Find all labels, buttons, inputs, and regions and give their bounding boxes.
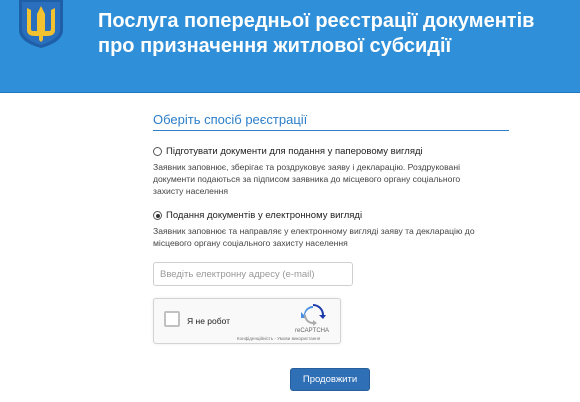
option-electronic-description-line: Заявник заповнює та направляє у електрон… — [153, 226, 475, 236]
recaptcha-terms-link[interactable]: Конфіденційність - Умови використання — [237, 336, 320, 341]
page-title-line-2: про призначення житлової субсидії — [98, 35, 452, 57]
recaptcha-logo-icon — [301, 304, 326, 326]
radio-electronic[interactable] — [153, 211, 162, 220]
recaptcha-brand: reCAPTCHA — [295, 328, 330, 334]
recaptcha-widget: Я не робот reCAPTCHA Конфіденційність - … — [153, 298, 341, 344]
trident-emblem-icon — [19, 0, 63, 48]
option-electronic-label: Подання документів у електронному вигляд… — [166, 210, 363, 221]
email-input[interactable] — [153, 262, 353, 286]
recaptcha-checkbox[interactable] — [164, 311, 180, 327]
option-paper-label: Підготувати документи для подання у папе… — [166, 146, 423, 157]
page-header: Послуга попередньої реєстрації документі… — [0, 0, 580, 93]
page-title: Послуга попередньої реєстрації документі… — [98, 9, 568, 59]
option-electronic-description-line: місцевого органу соціального захисту нас… — [153, 238, 348, 248]
option-paper-description-line: захисту населення — [153, 186, 229, 196]
option-paper-description-line: Заявник заповнює, зберігає та роздрукову… — [153, 162, 460, 172]
option-paper-description: Заявник заповнює, зберігає та роздрукову… — [153, 161, 460, 197]
option-electronic-description: Заявник заповнює та направляє у електрон… — [153, 225, 475, 249]
option-paper[interactable]: Підготувати документи для подання у папе… — [153, 146, 460, 197]
recaptcha-label: Я не робот — [187, 316, 231, 326]
section-title: Оберіть спосіб реєстрації — [153, 112, 509, 131]
radio-paper[interactable] — [153, 147, 162, 156]
continue-button[interactable]: Продовжити — [290, 368, 370, 391]
option-electronic[interactable]: Подання документів у електронному вигляд… — [153, 210, 475, 249]
option-paper-description-line: документи подаються за підписом заявника… — [153, 174, 461, 184]
page-title-line-1: Послуга попередньої реєстрації документі… — [98, 10, 535, 32]
registration-panel: Оберіть спосіб реєстрації Підготувати до… — [153, 112, 509, 391]
